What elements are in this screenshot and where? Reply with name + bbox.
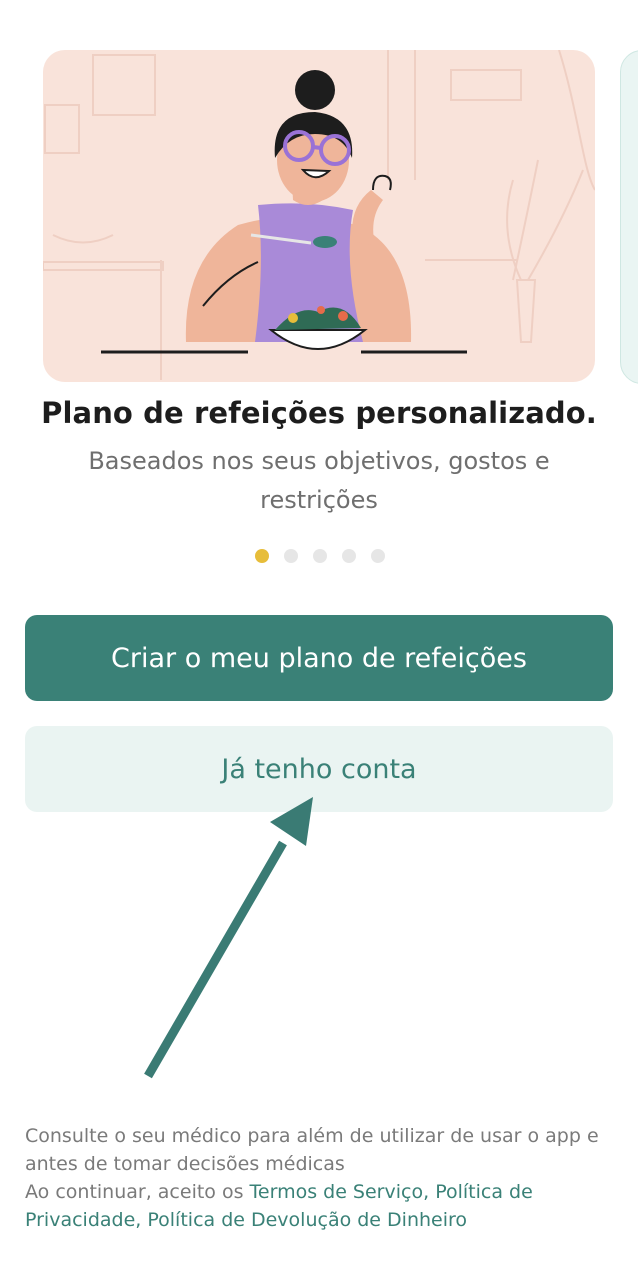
terms-of-service-link[interactable]: Termos de Serviço <box>250 1181 424 1203</box>
slide-title: Plano de refeições personalizado. <box>41 396 597 430</box>
medical-disclaimer: Consulte o seu médico para além de utili… <box>25 1125 599 1175</box>
onboarding-screen: Plano de refeições personalizado. Basead… <box>0 0 638 1280</box>
consent-prefix: Ao continuar, aceito os <box>25 1181 250 1203</box>
onboarding-carousel[interactable]: Plano de refeições personalizado. Basead… <box>0 0 638 600</box>
link-separator: , <box>135 1209 148 1231</box>
legal-footer: Consulte o seu médico para além de utili… <box>25 1122 625 1234</box>
pager-dot[interactable] <box>284 549 298 563</box>
pager-dot-active[interactable] <box>255 549 269 563</box>
already-have-account-label: Já tenho conta <box>221 753 417 785</box>
woman-eating-salad-illustration <box>43 50 595 382</box>
carousel-pager[interactable] <box>1 549 638 563</box>
next-slide-card-peek <box>620 50 638 384</box>
slide-illustration-card <box>43 50 595 382</box>
pager-dot[interactable] <box>313 549 327 563</box>
link-separator: , <box>423 1181 436 1203</box>
already-have-account-button[interactable]: Já tenho conta <box>25 726 613 812</box>
pager-dot[interactable] <box>371 549 385 563</box>
slide-subtitle: Baseados nos seus objetivos, gostos e re… <box>88 447 550 514</box>
consent-text: Ao continuar, aceito os Termos de Serviç… <box>25 1178 625 1234</box>
create-meal-plan-label: Criar o meu plano de refeições <box>111 642 527 674</box>
pager-dot[interactable] <box>342 549 356 563</box>
create-meal-plan-button[interactable]: Criar o meu plano de refeições <box>25 615 613 701</box>
refund-policy-link[interactable]: Política de Devolução de Dinheiro <box>147 1209 467 1231</box>
